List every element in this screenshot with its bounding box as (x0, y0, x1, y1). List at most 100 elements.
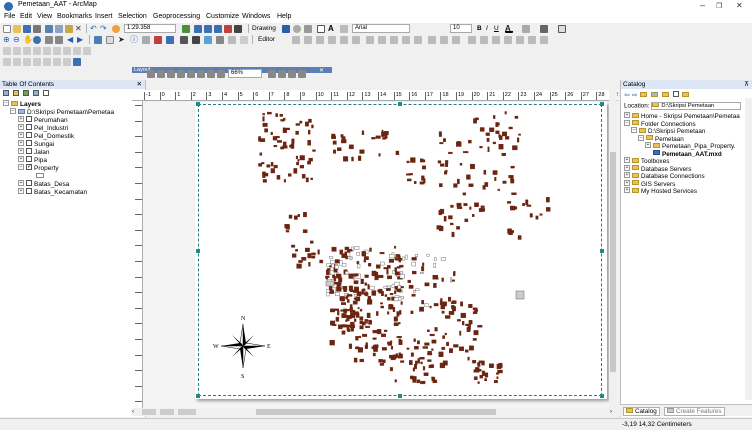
collapse-icon[interactable]: – (18, 164, 24, 171)
rotate-tool-icon[interactable] (414, 35, 422, 44)
full-extent-icon[interactable] (33, 35, 41, 44)
redo-icon[interactable]: ↷ (100, 24, 108, 33)
rotate-icon[interactable] (293, 24, 301, 33)
layout-horizontal-scrollbar[interactable]: ‹ › (132, 408, 618, 416)
hyperlink-icon[interactable] (180, 35, 188, 44)
layer-visibility-checkbox[interactable] (26, 156, 32, 163)
expand-icon[interactable]: + (18, 148, 24, 155)
open-icon[interactable] (13, 24, 21, 33)
forward-icon[interactable]: ⇨ (632, 92, 638, 99)
print-icon[interactable] (33, 24, 41, 33)
viewer-window-icon[interactable] (216, 35, 224, 44)
find-icon[interactable] (142, 35, 150, 44)
marker-color-icon[interactable] (558, 24, 566, 33)
vertical-scroll-thumb[interactable] (610, 152, 616, 372)
smooth-tool-icon[interactable] (63, 57, 71, 66)
align-icon[interactable] (23, 46, 31, 55)
toc-layer-property[interactable]: – ✓ Property (0, 164, 145, 173)
pan-layout-icon[interactable] (167, 70, 175, 78)
font-color-icon[interactable]: A (505, 24, 513, 33)
rectangle-icon[interactable] (317, 24, 325, 33)
fill-color-icon[interactable] (522, 24, 530, 33)
menu-insert[interactable]: Insert (95, 13, 113, 20)
search-window-icon[interactable] (214, 24, 222, 33)
snapping-icon[interactable] (468, 35, 476, 44)
expand-icon[interactable]: + (624, 187, 630, 194)
focus-data-frame-icon[interactable] (278, 70, 286, 78)
toggle-draft-icon[interactable] (268, 70, 276, 78)
pan-icon[interactable]: ✋ (23, 35, 33, 44)
views-icon[interactable] (672, 91, 679, 98)
copy-icon[interactable] (55, 24, 63, 33)
swipe-icon[interactable] (240, 35, 248, 44)
drawing-menu[interactable]: Drawing (252, 25, 276, 32)
extend-tool-icon[interactable] (33, 57, 41, 66)
snap-point-icon[interactable] (480, 35, 488, 44)
collapse-icon[interactable]: – (631, 127, 637, 134)
create-viewer-icon[interactable] (228, 35, 236, 44)
attributes-icon[interactable] (428, 35, 436, 44)
layer-symbol-swatch[interactable] (36, 173, 44, 178)
layout-zoom-combo[interactable]: 66% (228, 69, 262, 78)
maximize-button[interactable]: ❐ (716, 2, 722, 10)
edit-tool-icon[interactable] (292, 35, 300, 44)
catalog-options-icon[interactable] (682, 91, 690, 97)
catalog-window-icon[interactable] (204, 24, 212, 33)
catalog-item[interactable]: + My Hosted Services (624, 187, 752, 196)
catalog-item[interactable]: + Database Connections (624, 172, 752, 181)
expand-icon[interactable]: + (18, 124, 24, 131)
expand-icon[interactable]: + (624, 112, 630, 119)
menu-windows[interactable]: Windows (242, 13, 270, 20)
underline-button[interactable]: U (494, 25, 499, 32)
nudge-icon[interactable] (53, 46, 61, 55)
expand-icon[interactable]: + (624, 164, 630, 171)
flip-icon[interactable] (73, 46, 81, 55)
menu-edit[interactable]: Edit (20, 13, 32, 20)
toc-close-icon[interactable]: ✕ (137, 80, 142, 89)
bold-button[interactable]: B (477, 25, 482, 32)
edit-vertices-icon[interactable] (340, 24, 348, 33)
endpoint-arc-icon[interactable] (328, 35, 336, 44)
menu-help[interactable]: Help (277, 13, 291, 20)
ungroup-icon[interactable] (13, 46, 21, 55)
zoom-whole-page-icon[interactable] (304, 24, 312, 33)
save-icon[interactable] (23, 24, 31, 33)
zoom-out-icon[interactable]: ⊖ (13, 35, 21, 44)
toc-window-icon[interactable] (194, 24, 202, 33)
catalog-item[interactable]: – Pemetaan (624, 134, 752, 144)
back-layout-icon[interactable] (207, 70, 215, 78)
scale-combo[interactable]: 1:29.358 (124, 24, 176, 33)
delete-icon[interactable]: ✕ (75, 24, 83, 33)
expand-icon[interactable]: + (18, 140, 24, 147)
create-features-icon[interactable] (452, 35, 460, 44)
zoom-whole-layout-icon[interactable] (177, 70, 185, 78)
layer-visibility-checkbox[interactable] (26, 188, 32, 195)
expand-icon[interactable]: + (18, 180, 24, 187)
refresh-icon[interactable] (178, 409, 196, 415)
expand-icon[interactable]: + (18, 132, 24, 139)
collapse-icon[interactable]: – (10, 108, 16, 115)
zoom-in-icon[interactable]: ⊕ (3, 35, 11, 44)
toc-layer-batas_kecamatan[interactable]: + Batas_Kecamatan (0, 188, 145, 197)
collapse-icon[interactable]: – (624, 119, 630, 126)
catalog-scrollbar[interactable] (745, 98, 752, 400)
identify-icon[interactable]: ⓘ (130, 35, 138, 44)
select-elements-icon[interactable] (282, 24, 290, 33)
zoom-in-layout-icon[interactable] (147, 70, 155, 78)
forward-extent-icon[interactable]: ▶ (77, 35, 85, 44)
select-elements-arrow-icon[interactable]: ➤ (118, 35, 126, 44)
offset-tool-icon[interactable] (23, 57, 31, 66)
back-extent-icon[interactable]: ◀ (67, 35, 75, 44)
close-button[interactable]: ✕ (736, 1, 743, 10)
font-size-combo[interactable]: 10 (450, 24, 472, 33)
layout-view-icon[interactable] (142, 409, 156, 415)
text-icon[interactable]: A (328, 24, 336, 33)
fixed-zoom-in-icon[interactable] (45, 35, 53, 44)
expand-icon[interactable]: + (624, 179, 630, 186)
layout-tab-close-icon[interactable]: ✕ (319, 67, 324, 74)
scroll-left-icon[interactable]: ‹ (132, 408, 134, 416)
cut-polygons-icon[interactable] (390, 35, 398, 44)
distribute-icon[interactable] (33, 46, 41, 55)
map-display[interactable]: N S E W (198, 104, 602, 396)
generalize-tool-icon[interactable] (53, 57, 61, 66)
